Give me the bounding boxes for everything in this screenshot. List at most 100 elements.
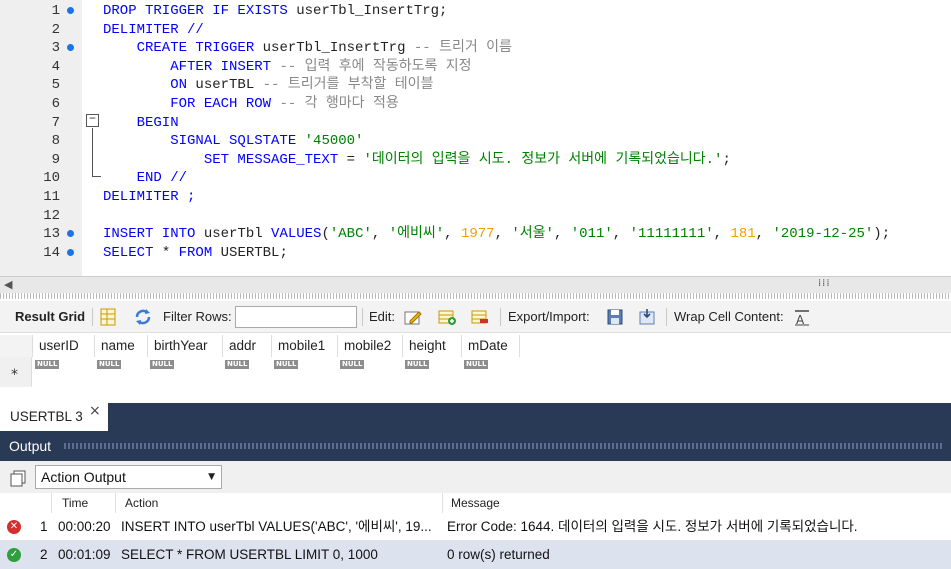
line-number: 2 bbox=[51, 21, 60, 38]
column-header-addr[interactable]: addr bbox=[223, 335, 272, 357]
output-type-select[interactable]: Action Output ▼ bbox=[35, 465, 222, 489]
scroll-grip-icon[interactable]: ⁞⁞⁞ bbox=[818, 278, 831, 289]
null-cell[interactable]: NULL bbox=[35, 360, 60, 369]
row-number: 2 bbox=[40, 547, 48, 562]
new-row-header[interactable]: * bbox=[0, 357, 32, 387]
code-line[interactable]: 1 DROP TRIGGER IF EXISTS userTbl_InsertTr… bbox=[0, 2, 951, 20]
code-line[interactable]: 14 SELECT * FROM USERTBL; bbox=[0, 244, 951, 262]
code-token: AFTER INSERT bbox=[103, 58, 280, 75]
null-cell[interactable]: NULL bbox=[274, 360, 299, 369]
close-tab-icon[interactable]: × bbox=[89, 403, 101, 419]
delete-row-icon[interactable] bbox=[470, 307, 490, 327]
result-grid-label[interactable]: Result Grid bbox=[15, 309, 85, 324]
grid-view-icon[interactable] bbox=[98, 307, 118, 327]
code-token: -- 입력 후에 작동하도록 지정 bbox=[279, 58, 472, 75]
code-line[interactable]: 4 AFTER INSERT -- 입력 후에 작동하도록 지정 bbox=[0, 58, 951, 76]
column-header-mobile1[interactable]: mobile1 bbox=[272, 335, 338, 357]
null-cell[interactable]: NULL bbox=[97, 360, 122, 369]
line-number: 12 bbox=[43, 207, 60, 224]
code-line[interactable]: 6 FOR EACH ROW -- 각 행마다 적용 bbox=[0, 95, 951, 113]
code-token: -- 각 행마다 적용 bbox=[279, 96, 399, 112]
code-token: userTbl_InsertTrg; bbox=[296, 3, 448, 19]
null-cell[interactable]: NULL bbox=[340, 360, 365, 369]
refresh-icon[interactable] bbox=[133, 307, 153, 327]
code-line[interactable]: 3 CREATE TRIGGER userTbl_InsertTrg -- 트리… bbox=[0, 39, 951, 57]
export-icon[interactable] bbox=[605, 307, 625, 327]
scroll-left-icon[interactable]: ◀ bbox=[4, 278, 12, 291]
code-token: ( bbox=[321, 226, 330, 243]
code-text: BEGIN bbox=[103, 114, 179, 132]
code-token: , bbox=[444, 226, 461, 243]
statement-marker-icon[interactable] bbox=[67, 7, 74, 14]
statement-marker-icon[interactable] bbox=[67, 248, 74, 256]
code-token: USERTBL; bbox=[220, 244, 288, 261]
editor-horizontal-scrollbar[interactable]: ◀ ⁞⁞⁞ bbox=[0, 276, 951, 293]
code-text: SET MESSAGE_TEXT = '데이터의 입력을 시도. 정보가 서버에… bbox=[103, 151, 731, 169]
statement-marker-icon[interactable] bbox=[67, 230, 74, 238]
statement-marker-icon[interactable] bbox=[67, 44, 74, 52]
row-message: Error Code: 1644. 데이터의 입력을 시도. 정보가 서버에 기… bbox=[447, 519, 858, 534]
null-cell[interactable]: NULL bbox=[150, 360, 175, 369]
column-header-mobile2[interactable]: mobile2 bbox=[338, 335, 403, 357]
sql-editor[interactable]: 1 DROP TRIGGER IF EXISTS userTbl_InsertTr… bbox=[0, 0, 951, 276]
row-number: 1 bbox=[40, 519, 48, 534]
row-message: 0 row(s) returned bbox=[447, 547, 550, 562]
code-line[interactable]: 2 DELIMITER // bbox=[0, 21, 951, 39]
pane-splitter[interactable] bbox=[0, 293, 951, 299]
code-token: SIGNAL SQLSTATE bbox=[103, 133, 305, 150]
time-column-header[interactable]: Time bbox=[52, 493, 116, 513]
column-header-name[interactable]: name bbox=[95, 335, 148, 357]
code-text: DROP TRIGGER IF EXISTS userTbl_InsertTrg… bbox=[103, 2, 447, 20]
action-column-header[interactable]: Action bbox=[116, 493, 443, 513]
code-token: DROP TRIGGER IF EXISTS bbox=[103, 3, 297, 19]
column-header-height[interactable]: height bbox=[403, 335, 462, 357]
null-cell[interactable]: NULL bbox=[405, 360, 430, 369]
grid-corner bbox=[0, 335, 33, 357]
null-cell[interactable]: NULL bbox=[225, 360, 250, 369]
column-header-birthyear[interactable]: birthYear bbox=[148, 335, 223, 357]
null-cell[interactable]: NULL bbox=[464, 360, 489, 369]
line-number: 11 bbox=[43, 189, 60, 205]
code-line[interactable]: 9 SET MESSAGE_TEXT = '데이터의 입력을 시도. 정보가 서… bbox=[0, 151, 951, 169]
result-grid[interactable]: userID NULL name NULL birthYear NULL addr NULL m… bbox=[0, 333, 951, 403]
line-number: 7 bbox=[51, 114, 60, 131]
row-action: SELECT * FROM USERTBL LIMIT 0, 1000 bbox=[121, 547, 378, 562]
tab-usertbl-3[interactable]: USERTBL 3 × bbox=[0, 403, 108, 431]
output-row[interactable]: ✓ 2 00:01:09 SELECT * FROM USERTBL LIMIT… bbox=[0, 541, 951, 569]
code-line[interactable]: 11 DELIMITER ; bbox=[0, 188, 951, 206]
code-token: * bbox=[161, 244, 179, 261]
workbench-window: 1 DROP TRIGGER IF EXISTS userTbl_InsertTr… bbox=[0, 0, 951, 569]
code-line[interactable]: 10 END // bbox=[0, 169, 951, 187]
import-icon[interactable] bbox=[637, 307, 657, 327]
toolbar-divider bbox=[500, 308, 501, 326]
result-toolbar: Result Grid Filter Rows: Edit: Export/Im… bbox=[0, 301, 951, 333]
filter-rows-input[interactable] bbox=[235, 306, 357, 328]
line-number: 3 bbox=[51, 40, 60, 57]
edit-cell-icon[interactable] bbox=[403, 307, 423, 327]
code-line[interactable]: 7 BEGIN bbox=[0, 114, 951, 132]
message-column-header[interactable]: Message bbox=[443, 493, 951, 513]
code-line[interactable]: 13 INSERT INTO userTbl VALUES('ABC', '에비씨… bbox=[0, 225, 951, 243]
code-token: '11111111' bbox=[629, 226, 714, 243]
copy-icon[interactable] bbox=[9, 469, 27, 487]
fold-toggle-icon[interactable]: − bbox=[86, 113, 99, 127]
code-text: INSERT INTO userTbl VALUES('ABC', '에비씨',… bbox=[103, 225, 890, 243]
code-line[interactable]: 12 bbox=[0, 207, 951, 225]
code-token: , bbox=[371, 226, 389, 243]
line-number: 14 bbox=[43, 244, 60, 261]
code-text: SELECT * FROM USERTBL; bbox=[103, 244, 288, 262]
column-header-userid[interactable]: userID bbox=[33, 335, 95, 357]
output-row[interactable]: ✕ 1 00:00:20 INSERT INTO userTbl VALUES(… bbox=[0, 513, 951, 541]
export-import-label: Export/Import: bbox=[508, 309, 590, 324]
fold-guide bbox=[92, 128, 93, 176]
add-row-icon[interactable] bbox=[437, 307, 457, 327]
code-line[interactable]: 5 ON userTBL -- 트리거를 부착할 테이블 bbox=[0, 76, 951, 94]
output-toolbar: Action Output ▼ bbox=[0, 461, 951, 493]
wrap-text-icon[interactable]: A bbox=[792, 307, 812, 327]
column-header-mdate[interactable]: mDate bbox=[462, 335, 520, 357]
code-token: BEGIN bbox=[103, 114, 179, 131]
code-token: ON bbox=[103, 77, 196, 94]
line-number: 6 bbox=[51, 96, 60, 112]
code-token: userTBL bbox=[195, 77, 263, 94]
code-line[interactable]: 8 SIGNAL SQLSTATE '45000' bbox=[0, 132, 951, 150]
